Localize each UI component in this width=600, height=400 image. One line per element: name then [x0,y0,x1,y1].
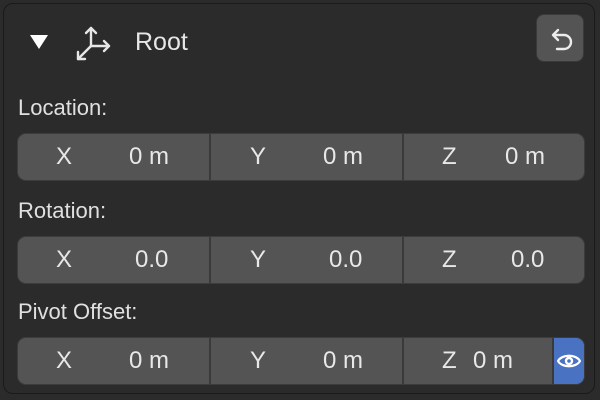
rotation-x-field[interactable]: X 0.0 [18,237,209,283]
location-fields: X 0 m Y 0 m Z 0 m [17,133,585,181]
field-value: 0 m [505,143,546,170]
field-value: 0 m [323,347,364,374]
location-y-field[interactable]: Y 0 m [209,134,402,180]
pivot-offset-x-field[interactable]: X 0 m [18,338,209,384]
field-value: 0.0 [511,246,545,273]
rotation-y-field[interactable]: Y 0.0 [209,237,402,283]
axis-label: X [56,143,73,170]
axis-label: Y [250,246,267,273]
rotation-fields: X 0.0 Y 0.0 Z 0.0 [17,236,585,284]
axis-label: Y [250,143,267,170]
pivot-offset-z-field[interactable]: Z 0 m [402,338,552,384]
rotation-z-field[interactable]: Z 0.0 [402,237,584,283]
transform-panel: Root Location: X 0 m Y 0 m Z 0 m Rotatio… [3,3,595,394]
axis-label: X [56,246,73,273]
location-x-field[interactable]: X 0 m [18,134,209,180]
axis-label: X [56,347,73,374]
panel-header: Root [4,4,594,84]
axis-label: Y [250,347,267,374]
undo-arrow-icon [551,28,573,51]
empty-axes-icon [76,26,111,61]
pivot-offset-label: Pivot Offset: [18,299,138,324]
axis-label: Z [442,143,457,170]
pivot-visibility-toggle[interactable] [552,338,584,384]
axis-label: Z [442,246,457,273]
field-value: 0 m [129,143,170,170]
object-name: Root [135,28,188,56]
pivot-offset-fields: X 0 m Y 0 m Z 0 m [17,337,585,385]
axis-label: Z [442,347,457,374]
triangle-down-icon[interactable] [30,35,48,49]
field-value: 0 m [323,143,364,170]
field-value: 0.0 [329,246,363,273]
rotation-label: Rotation: [18,198,107,223]
pivot-offset-y-field[interactable]: Y 0 m [209,338,402,384]
location-label: Location: [18,95,108,120]
field-value: 0 m [473,347,514,374]
reset-button[interactable] [536,14,584,62]
eye-icon [557,354,581,368]
field-value: 0 m [129,347,170,374]
field-value: 0.0 [135,246,169,273]
location-z-field[interactable]: Z 0 m [402,134,584,180]
